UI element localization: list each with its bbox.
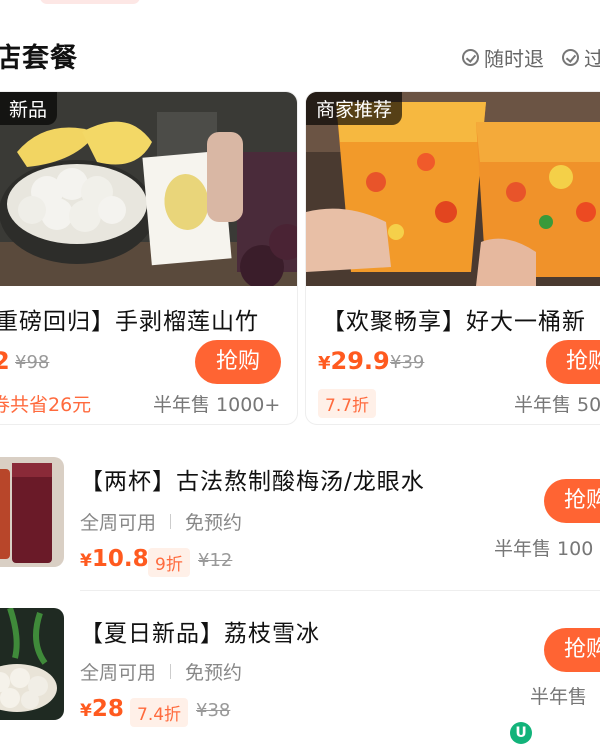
product-card-fruit-tea[interactable]: 商家推荐 【欢聚畅享】好大一桶新 ¥29.9 ¥39 抢购 7.7折 半年售 5… (305, 91, 600, 425)
check-circle-icon (462, 49, 479, 66)
buy-button[interactable]: 抢购 (195, 340, 281, 384)
item-tags: 全周可用 免预约 (80, 658, 242, 685)
guarantee-refund-anytime: 随时退 (462, 43, 544, 72)
card-price: 2 (0, 347, 10, 375)
sold-count: 半年售 50 (514, 394, 600, 416)
tag-all-week: 全周可用 (80, 512, 157, 534)
sold-count: 半年售 1000+ (153, 394, 281, 416)
item-tags: 全周可用 免预约 (80, 508, 242, 535)
buy-button[interactable]: 抢购 (544, 479, 600, 523)
list-item-sour-plum-drink[interactable]: 【两杯】古法熬制酸梅汤/龙眼水 全周可用 免预约 ¥10.8 9折 ¥12 抢购… (0, 440, 600, 590)
guarantee-label: 过 (584, 47, 600, 71)
card-title: 重磅回归】手剥榴莲山竹 (0, 309, 259, 335)
merchant-recommend-badge: 商家推荐 (306, 92, 403, 125)
new-product-badge: 新品 (0, 92, 58, 125)
guarantee-label: 随时退 (484, 47, 544, 71)
guarantee-expired-refund: 过 (562, 43, 600, 72)
check-circle-icon (562, 49, 579, 66)
coupon-saving-text: 券共省26元 (0, 394, 92, 416)
row-divider (80, 590, 600, 591)
section-title: 店套餐 (0, 43, 78, 74)
card-title: 【欢聚畅享】好大一桶新 (322, 309, 586, 335)
lychee-thumbnail (0, 608, 64, 720)
item-original-price: ¥38 (196, 700, 231, 721)
discount-badge: 9折 (148, 548, 190, 577)
card-original-price: ¥39 (390, 352, 425, 373)
buy-button[interactable]: 抢购 (544, 628, 600, 672)
item-title: 【夏日新品】荔枝雪冰 (80, 621, 320, 647)
product-card-durian[interactable]: 新品 重磅回归】手剥榴莲山竹 2 ¥98 抢购 券共省26元 半年售 1000+ (0, 91, 298, 425)
item-price: ¥10.8 (80, 546, 149, 572)
app-logo-icon: U (510, 722, 532, 744)
card-original-price: ¥98 (15, 352, 50, 373)
sold-count: 半年售 100 (494, 538, 594, 560)
tag-no-reservation: 免预约 (185, 512, 243, 534)
buy-button[interactable]: 抢购 (546, 340, 600, 384)
tag-all-week: 全周可用 (80, 662, 157, 684)
item-price: ¥28 (80, 696, 124, 722)
card-price: ¥29.9 (318, 347, 390, 375)
top-edge (0, 0, 600, 8)
item-title: 【两杯】古法熬制酸梅汤/龙眼水 (80, 469, 425, 495)
discount-badge: 7.7折 (318, 389, 377, 418)
sold-count: 半年售 (530, 686, 588, 708)
tag-no-reservation: 免预约 (185, 662, 243, 684)
item-original-price: ¥12 (198, 550, 233, 571)
list-item-lychee-ice[interactable]: 【夏日新品】荔枝雪冰 全周可用 免预约 ¥28 7.4折 ¥38 抢购 半年售 (0, 592, 600, 742)
discount-badge: 7.4折 (130, 698, 189, 727)
drink-thumbnail (0, 457, 64, 567)
